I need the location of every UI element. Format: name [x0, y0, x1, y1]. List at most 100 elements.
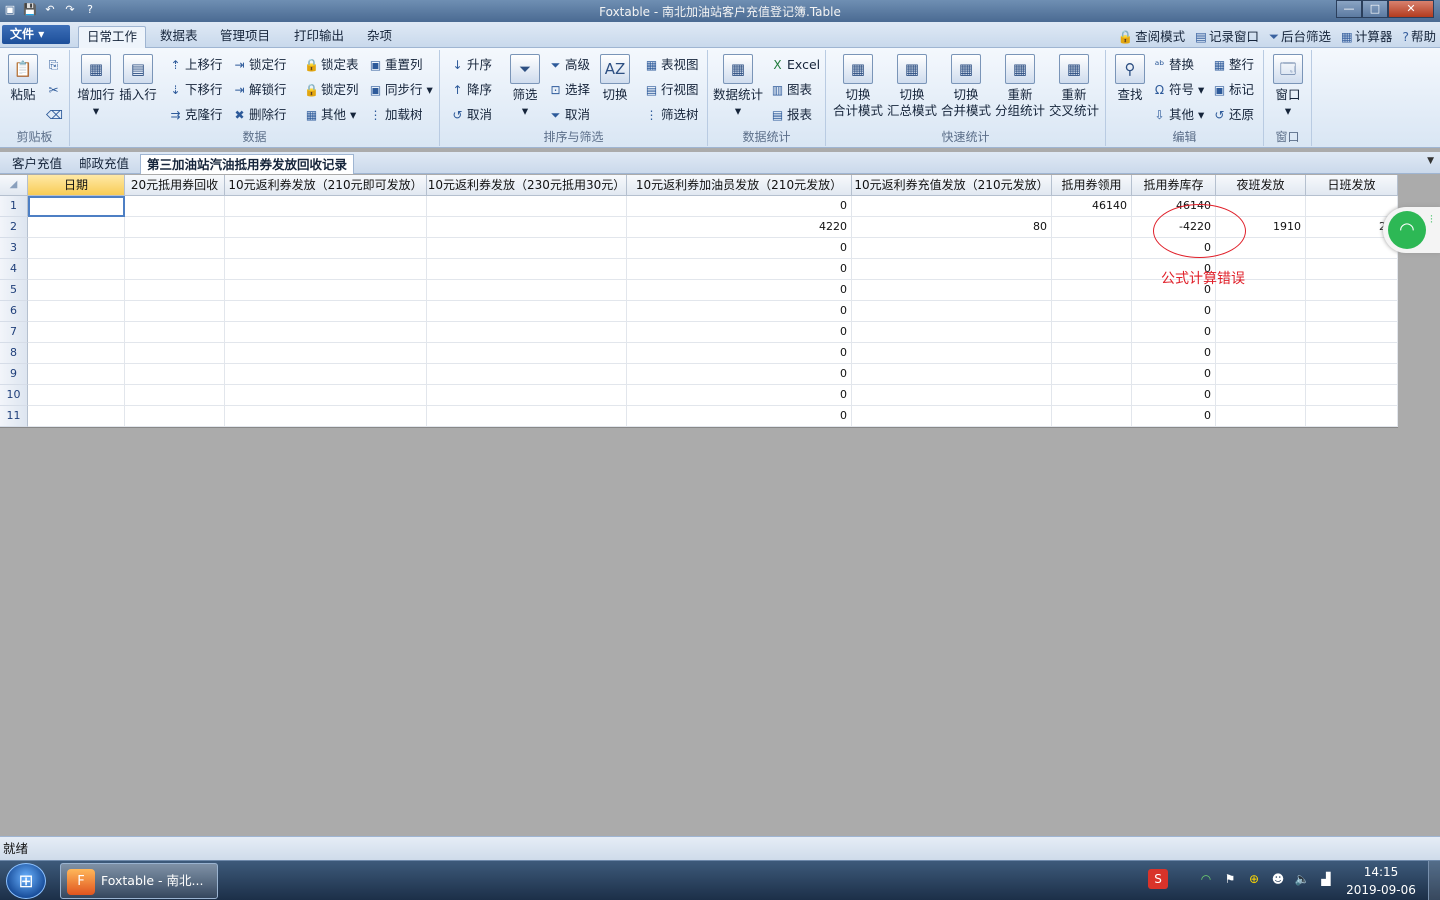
- table-cell[interactable]: [1052, 385, 1132, 406]
- table-cell[interactable]: [427, 238, 627, 259]
- move-down-button[interactable]: ⇣ 下移行: [168, 81, 222, 99]
- view-mode-button[interactable]: 🔒 查阅模式: [1118, 26, 1186, 45]
- table-cell[interactable]: [852, 259, 1052, 280]
- table-cell[interactable]: [28, 385, 125, 406]
- table-cell[interactable]: [28, 259, 125, 280]
- table-cell[interactable]: [1216, 322, 1306, 343]
- table-cell[interactable]: 0: [627, 322, 852, 343]
- table-cell[interactable]: [125, 343, 225, 364]
- table-cell[interactable]: 0: [627, 364, 852, 385]
- column-header[interactable]: 日班发放: [1306, 175, 1398, 196]
- table-cell[interactable]: [1052, 238, 1132, 259]
- table-cell[interactable]: [28, 322, 125, 343]
- lock-column-button[interactable]: 🔒 锁定列: [304, 81, 359, 99]
- qq-icon[interactable]: ☻: [1268, 869, 1288, 889]
- table-cell[interactable]: [125, 259, 225, 280]
- table-cell[interactable]: [28, 364, 125, 385]
- taskbar-app-button[interactable]: F Foxtable - 南北...: [60, 863, 218, 899]
- replace-button[interactable]: ᵃᵇ 替换: [1152, 56, 1194, 74]
- lock-row-button[interactable]: ⇥ 锁定行: [232, 56, 286, 74]
- maximize-button[interactable]: □: [1362, 0, 1388, 18]
- column-header[interactable]: 抵用券库存: [1132, 175, 1216, 196]
- table-cell[interactable]: [427, 217, 627, 238]
- flag-icon[interactable]: ⚑: [1220, 869, 1240, 889]
- system-clock[interactable]: 14:15 2019-09-06: [1336, 863, 1426, 899]
- reset-column-button[interactable]: ▣ 重置列: [368, 56, 423, 74]
- table-cell[interactable]: [1216, 364, 1306, 385]
- table-cell[interactable]: [125, 280, 225, 301]
- table-cell[interactable]: [225, 301, 427, 322]
- table-cell[interactable]: [225, 196, 427, 217]
- row-header[interactable]: 11: [0, 406, 28, 427]
- table-cell[interactable]: 4220: [627, 217, 852, 238]
- table-cell[interactable]: [852, 301, 1052, 322]
- table-cell[interactable]: [1052, 364, 1132, 385]
- table-cell[interactable]: [427, 301, 627, 322]
- column-header[interactable]: 20元抵用券回收: [125, 175, 225, 196]
- table-cell[interactable]: [225, 364, 427, 385]
- table-cell[interactable]: [1306, 322, 1398, 343]
- group-stats-button[interactable]: ▦ 重新 分组统计: [994, 54, 1046, 119]
- table-cell[interactable]: [427, 385, 627, 406]
- table-cell[interactable]: [125, 217, 225, 238]
- tab-daily-work[interactable]: 日常工作: [78, 26, 147, 48]
- table-cell[interactable]: 0: [627, 259, 852, 280]
- table-cell[interactable]: [427, 322, 627, 343]
- table-cell[interactable]: [28, 406, 125, 427]
- close-button[interactable]: ✕: [1388, 0, 1434, 18]
- row-header[interactable]: 2: [0, 217, 28, 238]
- table-cell[interactable]: [1052, 343, 1132, 364]
- table-cell[interactable]: [28, 280, 125, 301]
- wifi-tray-icon[interactable]: ◠: [1196, 869, 1216, 889]
- column-header[interactable]: 10元返利券发放（230元抵用30元）: [427, 175, 627, 196]
- table-cell[interactable]: [1052, 217, 1132, 238]
- table-cell[interactable]: 0: [1132, 406, 1216, 427]
- help-button[interactable]: ? 帮助: [1402, 26, 1436, 45]
- restore-button[interactable]: ↺ 还原: [1212, 106, 1254, 124]
- table-cell[interactable]: [125, 385, 225, 406]
- table-cell[interactable]: [1306, 364, 1398, 385]
- table-cell[interactable]: [28, 301, 125, 322]
- table-cell[interactable]: 0: [1132, 343, 1216, 364]
- column-header[interactable]: 日期: [28, 175, 125, 196]
- sum-mode-button[interactable]: ▦ 切换 合计模式: [832, 54, 884, 119]
- advanced-filter-button[interactable]: ⏷ 高级: [548, 56, 590, 74]
- tab-manage-project[interactable]: 管理项目: [212, 26, 278, 48]
- start-button[interactable]: ⊞: [6, 863, 46, 899]
- table-cell[interactable]: [28, 343, 125, 364]
- chart-button[interactable]: ▥ 图表: [770, 81, 812, 99]
- table-cell[interactable]: 0: [627, 301, 852, 322]
- excel-button[interactable]: X Excel: [770, 56, 820, 74]
- table-cell[interactable]: 0: [627, 385, 852, 406]
- table-cell[interactable]: [1306, 238, 1398, 259]
- table-cell[interactable]: [427, 259, 627, 280]
- data-stats-button[interactable]: ▦ 数据统计 ▾: [712, 54, 764, 119]
- table-cell[interactable]: [225, 322, 427, 343]
- table-cell[interactable]: [225, 280, 427, 301]
- row-header[interactable]: 9: [0, 364, 28, 385]
- row-header[interactable]: 7: [0, 322, 28, 343]
- row-header[interactable]: 8: [0, 343, 28, 364]
- wifi-floating-widget[interactable]: ◠ ⫶: [1383, 207, 1440, 253]
- table-cell[interactable]: [852, 343, 1052, 364]
- table-cell[interactable]: [852, 280, 1052, 301]
- table-cell[interactable]: [1306, 385, 1398, 406]
- filter-tree-button[interactable]: ⋮ 筛选树: [644, 106, 699, 124]
- add-row-button[interactable]: ▦ 增加行 ▾: [76, 54, 116, 119]
- table-cell[interactable]: [427, 364, 627, 385]
- row-header[interactable]: 5: [0, 280, 28, 301]
- table-cell[interactable]: 46140: [1052, 196, 1132, 217]
- table-cell[interactable]: [1216, 301, 1306, 322]
- clone-row-button[interactable]: ⇉ 克隆行: [168, 106, 222, 124]
- table-cell[interactable]: 80: [852, 217, 1052, 238]
- tidy-button[interactable]: ▦ 整行: [1212, 56, 1254, 74]
- plus-icon[interactable]: ⊕: [1244, 869, 1264, 889]
- table-cell[interactable]: [427, 280, 627, 301]
- table-cell[interactable]: [852, 385, 1052, 406]
- sort-asc-button[interactable]: ↓ 升序: [450, 56, 492, 74]
- table-cell[interactable]: [125, 364, 225, 385]
- table-cell[interactable]: [427, 343, 627, 364]
- minimize-button[interactable]: —: [1336, 0, 1362, 18]
- table-cell[interactable]: [1216, 343, 1306, 364]
- table-cell[interactable]: [1052, 259, 1132, 280]
